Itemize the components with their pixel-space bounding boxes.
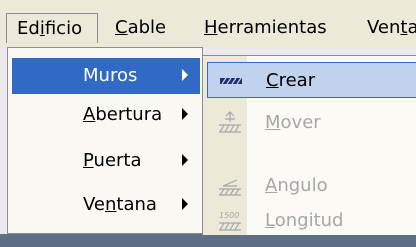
menu-item-abertura[interactable]: Abertura xyxy=(12,97,200,133)
submenu-arrow-icon xyxy=(182,69,188,81)
muros-submenu: Crear Mover Angulo 1500 Longitud xyxy=(202,55,416,235)
edificio-dropdown: Muros Abertura Puerta Ventana xyxy=(7,47,203,234)
menu-label-part: rear xyxy=(278,70,316,91)
move-wall-icon xyxy=(219,111,241,133)
menu-label-mnemonic: L xyxy=(265,210,275,231)
menu-label-part: ongitud xyxy=(274,210,344,231)
menu-label-part: a xyxy=(407,17,416,38)
menu-cable[interactable]: Cable xyxy=(115,13,166,43)
menu-label-mnemonic: P xyxy=(83,150,94,171)
menu-label-part: Ed xyxy=(17,18,40,39)
length-wall-hatch xyxy=(219,222,241,231)
submenu-item-angulo[interactable]: Angulo xyxy=(207,168,416,204)
submenu-item-crear[interactable]: Crear xyxy=(207,62,416,98)
menu-label-part: over xyxy=(280,112,321,133)
menu-label-part: ficio xyxy=(44,18,83,39)
move-wall-hatch xyxy=(219,124,241,133)
menu-label-part: bertura xyxy=(95,104,163,125)
menu-edificio[interactable]: Edificio xyxy=(6,13,98,43)
submenu-item-label: Angulo xyxy=(265,174,328,198)
move-arrow xyxy=(225,111,235,122)
menu-label-mnemonic: H xyxy=(204,17,218,38)
menu-label-mnemonic: n xyxy=(105,194,117,215)
angle-wall-hatch xyxy=(219,188,241,196)
submenu-item-mover[interactable]: Mover xyxy=(207,105,416,141)
menu-label-part: Muros xyxy=(83,65,138,86)
submenu-item-label: Mover xyxy=(265,111,321,135)
menu-label-part: uerta xyxy=(93,150,142,171)
wall-icon xyxy=(220,77,242,85)
menu-herramientas[interactable]: Herramientas xyxy=(204,13,327,43)
length-icon-text: 1500 xyxy=(219,211,239,220)
menu-label-mnemonic: C xyxy=(115,17,128,38)
menu-item-label: Ventana xyxy=(83,193,157,217)
menu-label-mnemonic: C xyxy=(266,70,279,91)
menu-item-label: Abertura xyxy=(83,103,162,127)
menu-label-part: Ve xyxy=(83,194,105,215)
menu-label-mnemonic: A xyxy=(265,175,278,196)
menu-label-part: Ven xyxy=(367,17,401,38)
menu-item-label: Muros xyxy=(83,64,137,88)
menu-item-ventana[interactable]: Ventana xyxy=(12,187,200,223)
submenu-item-label: Longitud xyxy=(265,209,343,233)
menu-label-mnemonic: A xyxy=(83,104,96,125)
length-wall-icon: 1500 xyxy=(219,211,241,231)
menu-item-label: Puerta xyxy=(83,149,142,173)
angle-lines xyxy=(222,179,238,187)
menu-label-part: able xyxy=(127,17,167,38)
menu-label-part: tana xyxy=(116,194,157,215)
menu-label-part: erramientas xyxy=(217,17,327,38)
submenu-arrow-icon xyxy=(182,198,188,210)
submenu-arrow-icon xyxy=(182,108,188,120)
menu-label-part: ngulo xyxy=(277,175,328,196)
menu-item-puerta[interactable]: Puerta xyxy=(12,143,200,179)
menu-ventana[interactable]: Venta xyxy=(367,13,416,43)
angle-wall-icon xyxy=(219,179,241,196)
submenu-item-longitud[interactable]: 1500 Longitud xyxy=(207,203,416,239)
submenu-arrow-icon xyxy=(182,154,188,166)
submenu-item-label: Crear xyxy=(266,69,315,93)
menu-bar: Edificio Cable Herramientas Venta xyxy=(0,0,416,48)
menu-label-mnemonic: M xyxy=(265,112,281,133)
menu-item-muros[interactable]: Muros xyxy=(12,58,200,94)
